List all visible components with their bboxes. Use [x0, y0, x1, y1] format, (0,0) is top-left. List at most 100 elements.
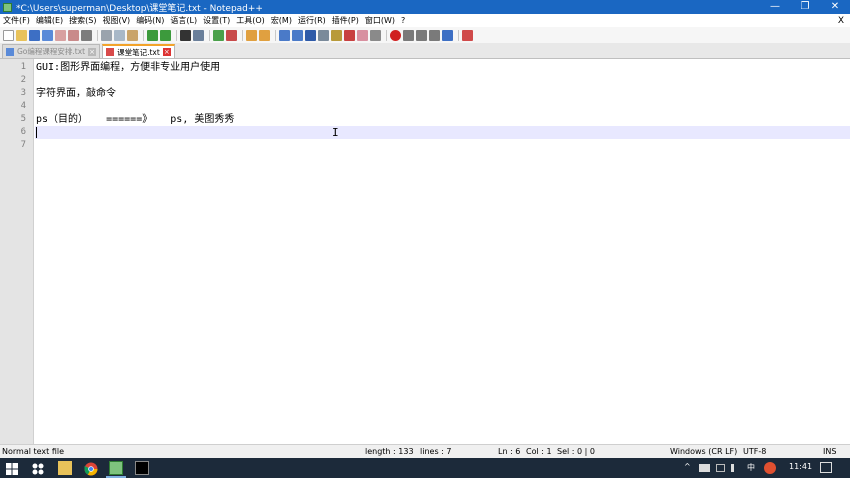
save-all-icon[interactable]: [42, 29, 53, 41]
menu-help[interactable]: ?: [398, 16, 408, 25]
toolbar-separator: [386, 29, 387, 41]
status-line-number: Ln : 6: [498, 447, 521, 456]
redo-icon[interactable]: [160, 29, 171, 41]
toolbar-separator: [458, 29, 459, 41]
text-line[interactable]: GUI:图形界面编程，方便非专业用户使用: [36, 61, 220, 74]
save-macro-icon[interactable]: [442, 29, 453, 41]
copy-icon[interactable]: [114, 29, 125, 41]
tab-close-icon[interactable]: ×: [162, 48, 171, 56]
menu-settings[interactable]: 设置(T): [200, 15, 233, 26]
menu-tools[interactable]: 工具(O): [233, 15, 268, 26]
close-button[interactable]: ✕: [820, 0, 850, 14]
function-list-icon[interactable]: [344, 29, 355, 41]
close-file-icon[interactable]: [55, 29, 66, 41]
title-bar: *C:\Users\superman\Desktop\课堂笔记.txt - No…: [0, 0, 850, 14]
tab-label: 课堂笔记.txt: [117, 47, 160, 57]
line-number: 5: [20, 114, 26, 124]
mouse-ibeam-cursor: I: [332, 126, 339, 139]
input-method-indicator[interactable]: 中: [747, 462, 755, 473]
start-menu-icon[interactable]: [5, 461, 19, 475]
undo-icon[interactable]: [147, 29, 158, 41]
save-icon[interactable]: [29, 29, 40, 41]
folder-workspace-icon[interactable]: [357, 29, 368, 41]
replace-icon[interactable]: [193, 29, 204, 41]
notepad-plus-plus-task-icon[interactable]: [109, 461, 123, 475]
command-prompt-icon[interactable]: [135, 461, 149, 475]
find-icon[interactable]: [180, 29, 191, 41]
monitoring-icon[interactable]: [370, 29, 381, 41]
open-file-icon[interactable]: [16, 29, 27, 41]
indent-guide-icon[interactable]: [305, 29, 316, 41]
clock[interactable]: 11:41: [789, 462, 812, 471]
line-number: 4: [20, 101, 26, 111]
toolbar-separator: [143, 29, 144, 41]
user-language-icon[interactable]: [318, 29, 329, 41]
notification-center-icon[interactable]: [820, 462, 832, 473]
volume-muted-icon[interactable]: [731, 464, 740, 472]
new-file-icon[interactable]: [3, 29, 14, 41]
text-caret: [36, 127, 37, 138]
status-encoding[interactable]: UTF-8: [743, 447, 766, 456]
text-line[interactable]: 字符界面，敲命令: [36, 87, 116, 100]
tab-close-icon[interactable]: ×: [88, 47, 97, 56]
task-view-icon[interactable]: [31, 461, 45, 475]
document-tab-bar: Go编程课程安排.txt × 课堂笔记.txt ×: [0, 43, 850, 59]
restore-button[interactable]: ❐: [790, 0, 820, 14]
menu-language[interactable]: 语言(L): [167, 15, 200, 26]
play-macro-icon[interactable]: [416, 29, 427, 41]
zoom-in-icon[interactable]: [213, 29, 224, 41]
menu-macro[interactable]: 宏(M): [268, 15, 295, 26]
status-eol-format[interactable]: Windows (CR LF): [670, 447, 737, 456]
menu-run[interactable]: 运行(R): [295, 15, 329, 26]
toolbar-separator: [242, 29, 243, 41]
menu-bar: 文件(F) 编辑(E) 搜索(S) 视图(V) 编码(N) 语言(L) 设置(T…: [0, 14, 850, 27]
line-number: 2: [20, 75, 26, 85]
show-all-chars-icon[interactable]: [292, 29, 303, 41]
paste-icon[interactable]: [127, 29, 138, 41]
menu-encoding[interactable]: 编码(N): [133, 15, 167, 26]
status-selection: Sel : 0 | 0: [557, 447, 595, 456]
notepad-app-icon: [3, 2, 12, 12]
close-all-icon[interactable]: [68, 29, 79, 41]
show-hidden-icons-button[interactable]: ^: [684, 462, 691, 471]
current-line-highlight: [35, 126, 850, 139]
menu-search[interactable]: 搜索(S): [66, 15, 99, 26]
status-length: length : 133: [365, 447, 414, 456]
tab-go-course-schedule[interactable]: Go编程课程安排.txt ×: [2, 44, 101, 58]
chrome-browser-icon[interactable]: [84, 461, 98, 476]
run-macro-multiple-icon[interactable]: [429, 29, 440, 41]
menu-edit[interactable]: 编辑(E): [33, 15, 66, 26]
menu-window[interactable]: 窗口(W): [362, 15, 398, 26]
windows-taskbar: ^ 中 11:41: [0, 458, 850, 478]
text-editor[interactable]: 1 2 3 4 5 6 7 GUI:图形界面编程，方便非专业用户使用 字符界面，…: [0, 59, 850, 444]
toolbar-separator: [209, 29, 210, 41]
line-number: 7: [20, 140, 26, 150]
battery-icon[interactable]: [699, 464, 710, 472]
file-saved-icon: [6, 47, 14, 56]
record-macro-icon[interactable]: [390, 29, 401, 41]
sync-scroll-h-icon[interactable]: [259, 29, 270, 41]
window-title: *C:\Users\superman\Desktop\课堂笔记.txt - No…: [16, 3, 263, 14]
tab-class-notes[interactable]: 课堂笔记.txt ×: [102, 44, 175, 58]
close-document-button[interactable]: X: [838, 16, 850, 26]
network-icon[interactable]: [716, 464, 725, 472]
sync-scroll-v-icon[interactable]: [246, 29, 257, 41]
stop-macro-icon[interactable]: [403, 29, 414, 41]
menu-view[interactable]: 视图(V): [99, 15, 133, 26]
notepad-plus-plus-window: *C:\Users\superman\Desktop\课堂笔记.txt - No…: [0, 0, 850, 478]
status-insert-mode: INS: [823, 447, 837, 456]
doc-map-icon[interactable]: [331, 29, 342, 41]
line-number: 3: [20, 88, 26, 98]
toolbar-separator: [97, 29, 98, 41]
cut-icon[interactable]: [101, 29, 112, 41]
word-wrap-icon[interactable]: [279, 29, 290, 41]
zoom-out-icon[interactable]: [226, 29, 237, 41]
text-line[interactable]: ps（目的） ======》 ps, 美图秀秀: [36, 113, 234, 126]
file-explorer-icon[interactable]: [58, 461, 72, 475]
minimize-button[interactable]: —: [760, 0, 790, 14]
menu-plugins[interactable]: 插件(P): [329, 15, 362, 26]
spell-check-icon[interactable]: [462, 29, 473, 41]
sogou-input-icon[interactable]: [764, 462, 776, 474]
menu-file[interactable]: 文件(F): [0, 15, 33, 26]
print-icon[interactable]: [81, 29, 92, 41]
